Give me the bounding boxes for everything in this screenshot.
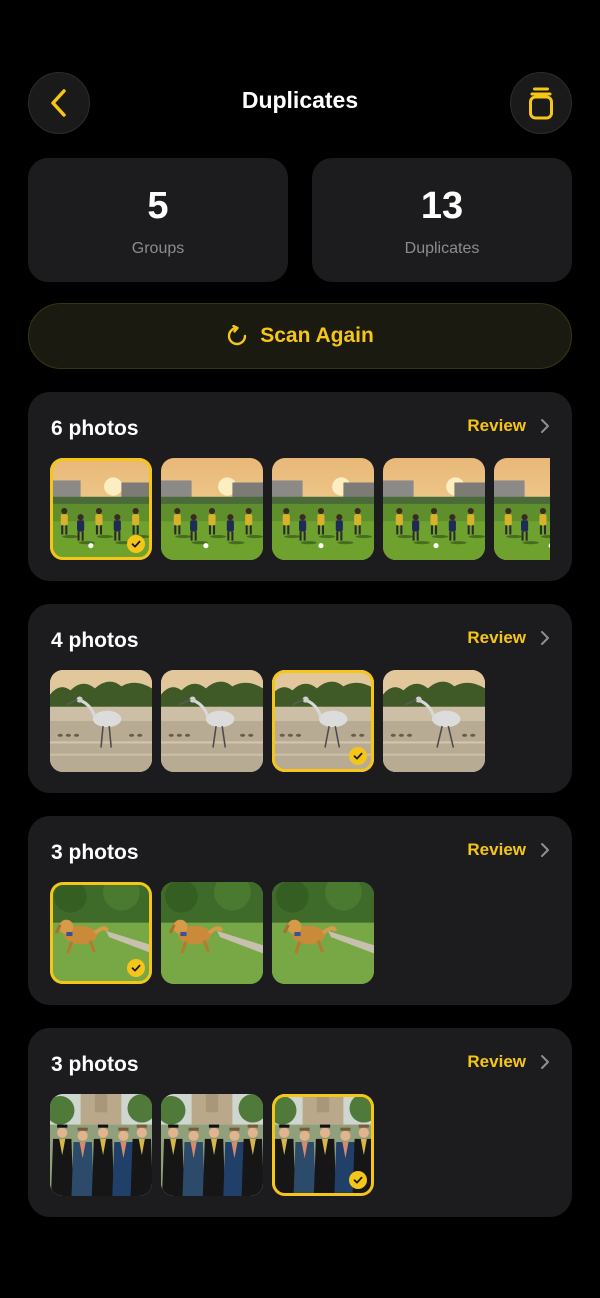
scan-again-label: Scan Again <box>260 324 374 347</box>
chevron-right-icon <box>541 1055 549 1069</box>
trash-icon <box>529 87 553 120</box>
group-header: 3 photos Review <box>51 1052 550 1078</box>
group-header: 3 photos Review <box>51 840 550 866</box>
photo-image <box>272 458 374 560</box>
photo-thumbnail-selected[interactable] <box>50 458 152 560</box>
photo-image <box>161 458 263 560</box>
duplicates-label: Duplicates <box>404 240 480 257</box>
review-button[interactable]: Review <box>467 1052 550 1072</box>
duplicate-group-card: 6 photos Review <box>28 392 572 581</box>
review-button[interactable]: Review <box>467 840 550 860</box>
photo-thumbnail[interactable] <box>494 458 550 560</box>
header: Duplicates <box>28 72 572 134</box>
photo-thumbnail[interactable] <box>383 458 485 560</box>
duplicates-stat-card: 13 Duplicates <box>312 158 572 282</box>
photo-thumbnail[interactable] <box>161 458 263 560</box>
photo-image <box>383 670 485 772</box>
photo-image <box>161 670 263 772</box>
photo-thumbnail[interactable] <box>272 458 374 560</box>
duplicate-group-card: 3 photos Review <box>28 1028 572 1217</box>
photo-thumbnail-selected[interactable] <box>272 670 374 772</box>
photo-thumbnail-strip <box>50 882 550 984</box>
photo-thumbnail-strip <box>50 458 550 560</box>
checkmark-icon <box>353 752 363 760</box>
review-button[interactable]: Review <box>467 628 550 648</box>
photo-image <box>272 882 374 984</box>
chevron-right-icon <box>541 419 549 433</box>
photo-thumbnail-strip <box>50 670 550 772</box>
photo-image <box>383 458 485 560</box>
photo-image <box>161 1094 263 1196</box>
keep-check-badge <box>349 747 367 765</box>
keep-check-badge <box>349 1171 367 1189</box>
group-header: 6 photos Review <box>51 416 550 442</box>
review-label: Review <box>467 1052 526 1071</box>
page-title: Duplicates <box>241 87 359 113</box>
groups-stat-card: 5 Groups <box>28 158 288 282</box>
checkmark-icon <box>131 540 141 548</box>
duplicate-group-card: 4 photos Review <box>28 604 572 793</box>
photo-thumbnail[interactable] <box>272 882 374 984</box>
keep-check-badge <box>127 959 145 977</box>
photo-thumbnail[interactable] <box>383 670 485 772</box>
scan-again-button[interactable]: Scan Again <box>28 303 572 369</box>
photo-image <box>494 458 550 560</box>
group-photo-count: 3 photos <box>51 841 139 864</box>
groups-label: Groups <box>131 240 185 257</box>
chevron-right-icon <box>541 843 549 857</box>
stats-row: 5 Groups 13 Duplicates <box>28 158 572 282</box>
review-label: Review <box>467 628 526 647</box>
photo-image <box>50 670 152 772</box>
group-header: 4 photos Review <box>51 628 550 654</box>
refresh-icon <box>228 325 247 346</box>
trash-button[interactable] <box>510 72 572 134</box>
groups-count: 5 <box>147 185 169 227</box>
photo-thumbnail[interactable] <box>50 1094 152 1196</box>
group-photo-count: 3 photos <box>51 1053 139 1076</box>
group-photo-count: 6 photos <box>51 417 139 440</box>
photo-thumbnail[interactable] <box>161 670 263 772</box>
review-label: Review <box>467 840 526 859</box>
checkmark-icon <box>131 964 141 972</box>
keep-check-badge <box>127 535 145 553</box>
photo-thumbnail-selected[interactable] <box>272 1094 374 1196</box>
photo-thumbnail-strip <box>50 1094 550 1196</box>
photo-thumbnail[interactable] <box>50 670 152 772</box>
duplicate-group-card: 3 photos Review <box>28 816 572 1005</box>
photo-image <box>50 1094 152 1196</box>
review-button[interactable]: Review <box>467 416 550 436</box>
photo-thumbnail-selected[interactable] <box>50 882 152 984</box>
duplicates-count: 13 <box>420 185 464 227</box>
photo-image <box>161 882 263 984</box>
photo-thumbnail[interactable] <box>161 882 263 984</box>
group-photo-count: 4 photos <box>51 629 139 652</box>
review-label: Review <box>467 416 526 435</box>
chevron-right-icon <box>541 631 549 645</box>
checkmark-icon <box>353 1176 363 1184</box>
photo-thumbnail[interactable] <box>161 1094 263 1196</box>
